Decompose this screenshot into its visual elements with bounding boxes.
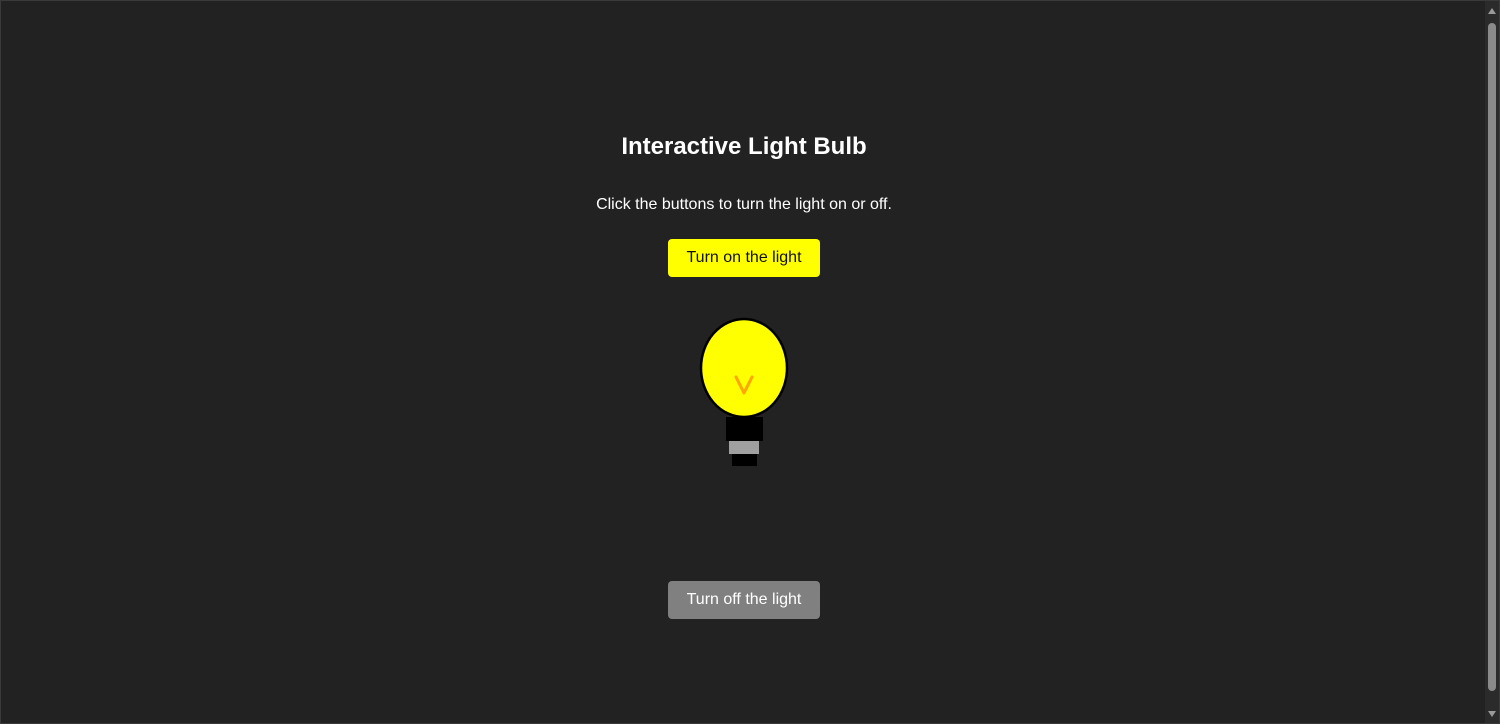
page-title: Interactive Light Bulb [621, 133, 867, 160]
bulb-base-ring [729, 441, 759, 454]
scrollbar-thumb[interactable] [1488, 23, 1496, 691]
bulb-base-top [726, 417, 763, 441]
bulb-glass [699, 317, 789, 419]
light-bulb [699, 317, 789, 466]
scroll-down-arrow-icon[interactable] [1488, 711, 1496, 717]
scroll-up-arrow-icon[interactable] [1488, 8, 1496, 14]
browser-viewport: Interactive Light Bulb Click the buttons… [0, 0, 1500, 724]
instructions-text: Click the buttons to turn the light on o… [596, 196, 892, 213]
bulb-base-tip [732, 454, 757, 466]
turn-on-button[interactable]: Turn on the light [668, 239, 820, 277]
turn-off-button[interactable]: Turn off the light [668, 581, 820, 619]
vertical-scrollbar[interactable] [1485, 1, 1499, 723]
page-content: Interactive Light Bulb Click the buttons… [1, 1, 1487, 724]
